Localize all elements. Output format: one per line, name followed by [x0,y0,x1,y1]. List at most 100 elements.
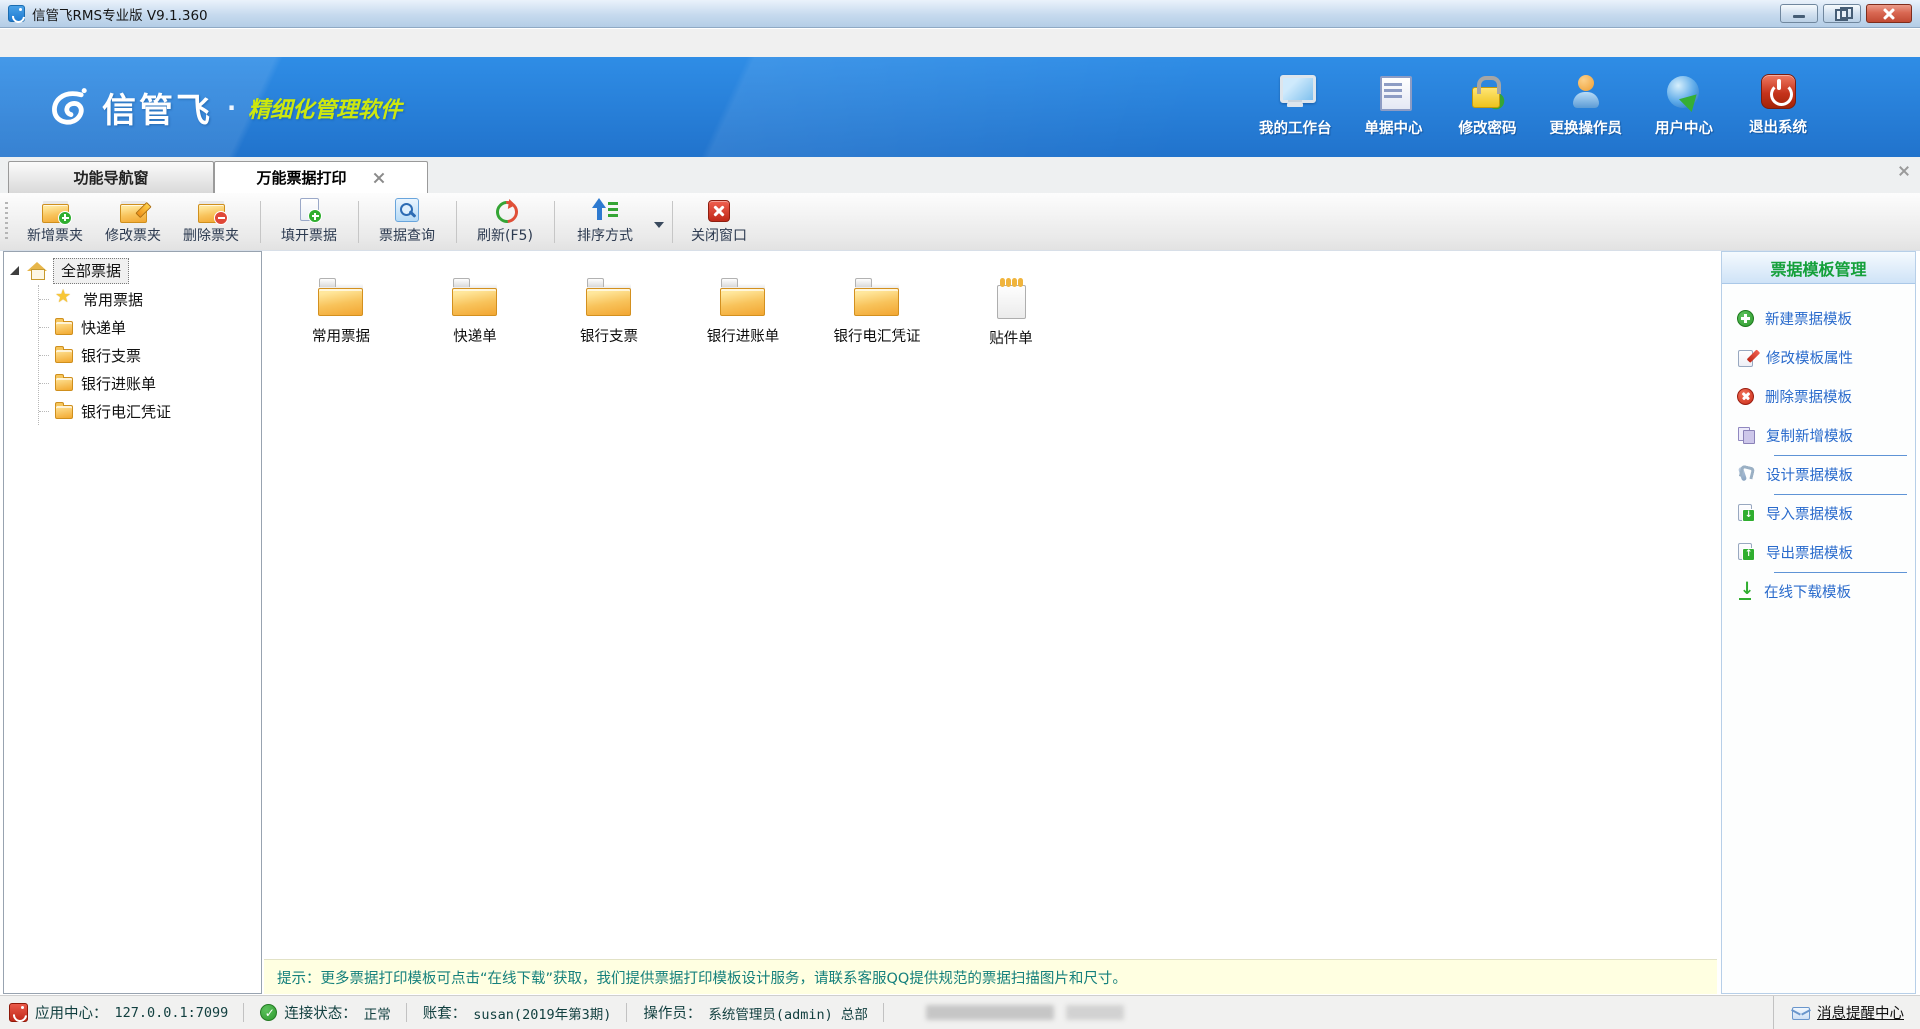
brand-swoosh-icon [44,84,92,132]
folder-big-icon [586,278,632,316]
tab-universal-ticket-print[interactable]: 万能票据打印 [214,161,428,193]
folder-delete-icon [198,199,224,222]
ticket-folder[interactable]: 银行支票 [542,278,676,348]
add-circle-icon [1737,310,1754,327]
toolbar-button-label: 关闭窗口 [691,225,747,245]
tab-close-icon[interactable] [373,171,386,184]
template-action-link[interactable]: 导出票据模板 [1722,538,1915,566]
sort-icon [592,198,618,222]
ticket-folder-area: 常用票据 快递单 银行支票 银行进账单 银行电汇凭证 贴件单 提示：更多票据打印… [264,251,1717,994]
ticket-folder-label: 贴件单 [989,327,1033,348]
ticket-folder[interactable]: 银行电汇凭证 [810,278,944,348]
template-action-label: 复制新增模板 [1766,425,1853,446]
check-icon [260,1004,277,1021]
tabstrip-close-icon[interactable] [1898,165,1910,177]
tree-item[interactable]: 银行支票 [39,341,261,369]
status-item-label: 操作员： [643,1002,701,1023]
template-action-link[interactable]: 设计票据模板 [1722,460,1915,488]
edit-note-icon [1737,348,1755,366]
minimize-button[interactable] [1780,4,1818,23]
tree-root-label[interactable]: 全部票据 [53,258,129,284]
brand-area: 信管飞 · 精细化管理软件 [44,83,402,132]
template-action-label: 新建票据模板 [1765,308,1852,329]
template-action-link[interactable]: 在线下载模板 [1722,577,1915,605]
note-icon [994,278,1028,318]
ticket-folder-label: 银行支票 [580,325,638,346]
banner-action[interactable]: 退出系统 [1746,74,1810,138]
toolbar-button[interactable]: 新增票夹 [16,196,94,248]
banner-action-label: 更换操作员 [1550,117,1623,138]
ticket-folder-label: 银行电汇凭证 [834,325,921,346]
banner-action[interactable]: 修改密码 [1456,74,1520,138]
status-item-value: 127.0.0.1:7099 [115,1005,229,1021]
star-icon [55,289,75,309]
tree-item[interactable]: 常用票据 [39,285,261,313]
tab-function-navigator[interactable]: 功能导航窗 [8,161,214,193]
banner-action[interactable]: 更换操作员 [1550,74,1623,138]
tab-strip: 功能导航窗 万能票据打印 [0,157,1920,193]
banner: 信管飞 · 精细化管理软件 我的工作台 单据中心 修改密码 更换操作员 用户中心… [0,57,1920,157]
template-action-link[interactable]: 新建票据模板 [1722,304,1915,332]
copy-icon [1737,426,1755,444]
toolbar-button-label: 新增票夹 [27,225,83,245]
status-item: 操作员： 系统管理员(admin) 总部 [627,996,884,1029]
toolbar-button[interactable]: 填开票据 [270,196,348,248]
toolbar-button[interactable]: 修改票夹 [94,196,172,248]
ticket-folder[interactable]: 快递单 [408,278,542,348]
toolbar-button[interactable]: 票据查询 [368,196,446,248]
tree-root-item[interactable]: 全部票据 [10,257,261,284]
folder-add-icon [42,199,68,222]
close-window-icon [708,200,730,222]
template-action-link[interactable]: 导入票据模板 [1722,499,1915,527]
template-action-label: 修改模板属性 [1766,347,1853,368]
banner-action[interactable]: 用户中心 [1652,74,1716,138]
ticket-folder[interactable]: 银行进账单 [676,278,810,348]
banner-action[interactable]: 我的工作台 [1259,74,1332,138]
monitor-icon [1276,74,1314,110]
close-button[interactable] [1866,4,1912,23]
home-icon [27,262,47,280]
window-title: 信管飞RMS专业版 V9.1.360 [32,4,208,24]
toolbar-button[interactable]: 刷新(F5) [466,196,544,248]
delete-circle-icon [1737,388,1754,405]
toolbar-button[interactable]: 删除票夹 [172,196,250,248]
banner-action[interactable]: 单据中心 [1362,74,1426,138]
toolbar-grip[interactable] [5,202,8,241]
lock-icon [1470,74,1506,110]
toolbar-button[interactable]: 排序方式 [564,196,642,248]
window-controls [1780,4,1912,23]
hint-text: 提示：更多票据打印模板可点击“在线下载”获取，我们提供票据打印模板设计服务，请联… [277,967,1127,988]
folder-edit-icon [120,199,146,222]
toolbar-button-label: 删除票夹 [183,225,239,245]
toolbar-button[interactable]: 关闭窗口 [680,196,758,248]
ticket-folder[interactable]: 常用票据 [274,278,408,348]
status-bar: 应用中心： 127.0.0.1:7099 连接状态： 正常 账套： susan(… [0,995,1920,1029]
tree-item[interactable]: 快递单 [39,313,261,341]
tree-item[interactable]: 银行电汇凭证 [39,397,261,425]
status-item-value: susan(2019年第3期) [473,1003,611,1023]
download-icon [1737,582,1753,600]
tree-expander-icon[interactable] [10,266,19,275]
toolbar: 新增票夹 修改票夹 删除票夹 填开票据 票据查询 刷新(F5) 排序方式 关闭窗… [0,193,1920,251]
folder-big-icon [854,278,900,316]
folder-small-icon [55,377,73,391]
status-item: 账套： susan(2019年第3期) [407,996,628,1029]
status-item: 连接状态： 正常 [244,996,407,1029]
tree-item[interactable]: 银行进账单 [39,369,261,397]
ticket-folder-label: 常用票据 [312,325,370,346]
restore-button[interactable] [1823,4,1861,23]
tree-item-label: 银行支票 [81,345,141,366]
banner-action-label: 退出系统 [1749,116,1807,137]
message-center-link[interactable]: 消息提醒中心 [1773,996,1920,1029]
ticket-folder[interactable]: 贴件单 [944,278,1078,348]
template-action-link[interactable]: 复制新增模板 [1722,421,1915,449]
menu-bar [0,29,1920,57]
status-item: 应用中心： 127.0.0.1:7099 [0,996,244,1029]
template-action-link[interactable]: 修改模板属性 [1722,343,1915,371]
app-logo-icon [8,5,25,22]
banner-actions: 我的工作台 单据中心 修改密码 更换操作员 用户中心 退出系统 [1259,74,1810,138]
folder-small-icon [55,321,73,335]
toolbar-button-label: 刷新(F5) [477,225,533,245]
banner-action-label: 我的工作台 [1259,117,1332,138]
template-action-link[interactable]: 删除票据模板 [1722,382,1915,410]
